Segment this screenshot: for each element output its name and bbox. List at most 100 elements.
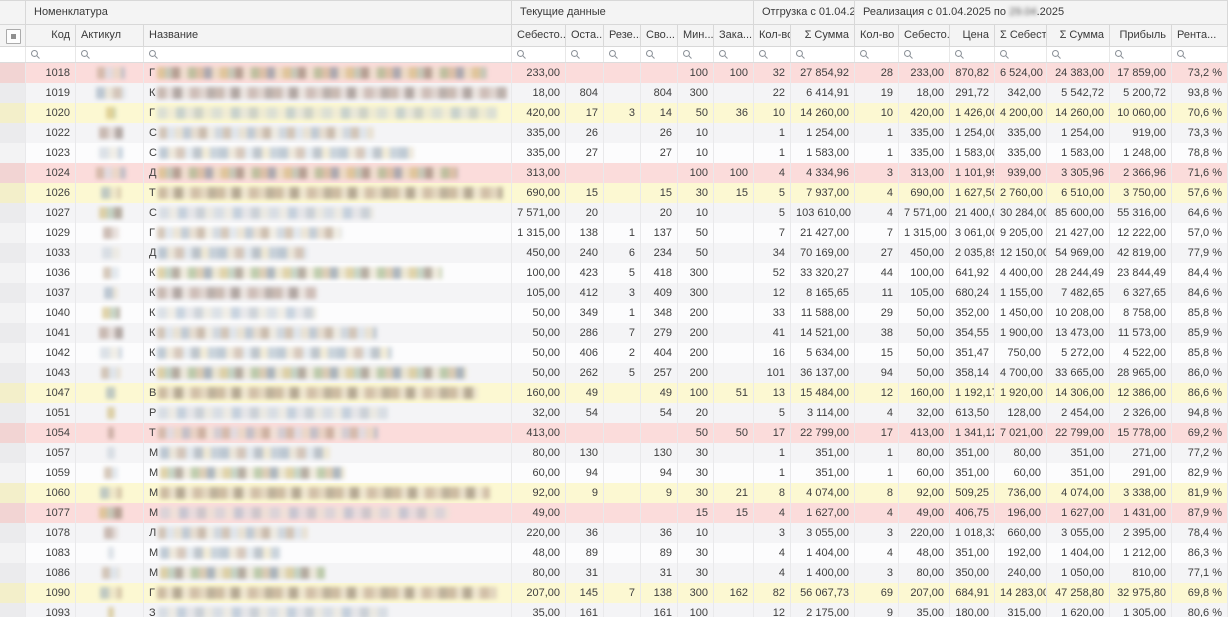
cell-order (714, 363, 754, 383)
col-header-ship_sum[interactable]: Σ Сумма (791, 25, 855, 46)
cell-ship_sum: 6 414,91 (791, 83, 855, 103)
table-row[interactable]: 1026Т690,001515301557 937,004690,001 627… (0, 183, 1228, 203)
col-header-profit[interactable]: Прибыль (1110, 25, 1172, 46)
col-header-article[interactable]: Актикул (76, 25, 144, 46)
col-header-order[interactable]: Зака... (714, 25, 754, 46)
table-row[interactable]: 1029Г1 315,00138113750721 427,0071 315,0… (0, 223, 1228, 243)
table-row[interactable]: 1090Г207,0014571383001628256 067,7369207… (0, 583, 1228, 603)
filter-reserve[interactable] (604, 47, 641, 62)
filter-sale_sum_cost[interactable] (995, 47, 1047, 62)
cell-name: К (144, 323, 512, 343)
cell-sale_cost: 335,00 (899, 123, 950, 143)
col-header-stock[interactable]: Оста... (566, 25, 604, 46)
search-icon (999, 49, 1010, 60)
filter-profit[interactable] (1110, 47, 1172, 62)
cell-free: 9 (641, 483, 678, 503)
table-row[interactable]: 1051Р32,0054542053 114,00432,00613,50128… (0, 403, 1228, 423)
filter-order[interactable] (714, 47, 754, 62)
col-header-margin[interactable]: Рента... (1172, 25, 1228, 46)
filter-sale_qty[interactable] (855, 47, 899, 62)
cell-profit: 10 060,00 (1110, 103, 1172, 123)
col-header-ship_qty[interactable]: Кол-во (754, 25, 791, 46)
col-header-price[interactable]: Цена (950, 25, 995, 46)
article-blurred-text (108, 547, 114, 559)
table-row[interactable]: 1047В160,004949100511315 484,0012160,001… (0, 383, 1228, 403)
filter-cost[interactable] (512, 47, 566, 62)
table-row[interactable]: 1043К50,00262525720010136 137,009450,003… (0, 363, 1228, 383)
col-header-name[interactable]: Название (144, 25, 512, 46)
filter-sale_cost[interactable] (899, 47, 950, 62)
cell-sale_sum_cost: 939,00 (995, 163, 1047, 183)
table-row[interactable]: 1041К50,0028672792004114 521,003850,0035… (0, 323, 1228, 343)
name-blurred-text (157, 267, 442, 279)
cell-article (76, 483, 144, 503)
filter-stock[interactable] (566, 47, 604, 62)
cell-free (641, 423, 678, 443)
filter-sale_sum[interactable] (1047, 47, 1110, 62)
table-row[interactable]: 1023С335,0027271011 583,001335,001 583,0… (0, 143, 1228, 163)
col-header-reserve[interactable]: Резе... (604, 25, 641, 46)
filter-ship_qty[interactable] (754, 47, 791, 62)
filter-free[interactable] (641, 47, 678, 62)
table-row[interactable]: 1093З35,00161161100122 175,00935,00180,0… (0, 603, 1228, 617)
col-header-sale_sum[interactable]: Σ Сумма (1047, 25, 1110, 46)
col-header-free[interactable]: Сво... (641, 25, 678, 46)
table-row[interactable]: 1078Л220,0036361033 055,003220,001 018,3… (0, 523, 1228, 543)
cell-profit: 1 305,00 (1110, 603, 1172, 617)
filter-min[interactable] (678, 47, 714, 62)
cell-sale_sum_cost: 240,00 (995, 563, 1047, 583)
table-row[interactable]: 1019К18,00804804300226 414,911918,00291,… (0, 83, 1228, 103)
search-icon (795, 49, 806, 60)
cell-ship_qty: 10 (754, 103, 791, 123)
name-initial: К (149, 363, 155, 383)
table-row[interactable]: 1077М49,00151541 627,00449,00406,75196,0… (0, 503, 1228, 523)
cell-ship_sum: 2 175,00 (791, 603, 855, 617)
table-row[interactable]: 1033Д450,002406234503470 169,0027450,002… (0, 243, 1228, 263)
table-row[interactable]: 1083М48,0089893041 404,00448,00351,00192… (0, 543, 1228, 563)
cell-cost: 335,00 (512, 143, 566, 163)
table-row[interactable]: 1022С335,0026261011 254,001335,001 254,0… (0, 123, 1228, 143)
col-header-min[interactable]: Мин... (678, 25, 714, 46)
article-blurred-text (104, 467, 118, 479)
table-row[interactable]: 1042К50,004062404200165 634,001550,00351… (0, 343, 1228, 363)
table-row[interactable]: 1086М80,0031313041 400,00380,00350,00240… (0, 563, 1228, 583)
cell-order (714, 403, 754, 423)
table-row[interactable]: 1036К100,0042354183005233 320,2744100,00… (0, 263, 1228, 283)
table-row[interactable]: 1060М92,0099302184 074,00892,00509,25736… (0, 483, 1228, 503)
col-header-sale_sum_cost[interactable]: Σ Себест... (995, 25, 1047, 46)
table-row[interactable]: 1024Д313,0010010044 334,963313,001 101,9… (0, 163, 1228, 183)
col-header-cost[interactable]: Себесто... (512, 25, 566, 46)
cell-free: 20 (641, 203, 678, 223)
table-row[interactable]: 1037К105,004123409300128 165,6511105,006… (0, 283, 1228, 303)
cell-margin: 82,9 % (1172, 463, 1228, 483)
table-row[interactable]: 1059М60,009494301351,00160,00351,0060,00… (0, 463, 1228, 483)
col-header-sale_qty[interactable]: Кол-во (855, 25, 899, 46)
row-selector (0, 543, 26, 563)
table-row[interactable]: 1018Г233,001001003227 854,9228233,00870,… (0, 63, 1228, 83)
cell-name: М (144, 503, 512, 523)
filter-price[interactable] (950, 47, 995, 62)
filter-article[interactable] (76, 47, 144, 62)
filter-name[interactable] (144, 47, 512, 62)
col-header-sale_cost[interactable]: Себесто... (899, 25, 950, 46)
cell-reserve (604, 463, 641, 483)
table-row[interactable]: 1054Т413,0050501722 799,0017413,001 341,… (0, 423, 1228, 443)
cell-stock (566, 63, 604, 83)
realization-label-suffix: .2025 (1037, 6, 1065, 18)
table-row[interactable]: 1040К50,0034913482003311 588,002950,0035… (0, 303, 1228, 323)
col-header-code[interactable]: Код (26, 25, 76, 46)
table-row[interactable]: 1027С7 571,002020105103 610,0047 571,002… (0, 203, 1228, 223)
table-row[interactable]: 1057М80,00130130301351,00180,00351,0080,… (0, 443, 1228, 463)
cell-ship_qty: 12 (754, 603, 791, 617)
cell-free (641, 63, 678, 83)
cell-stock: 262 (566, 363, 604, 383)
cell-sale_cost: 50,00 (899, 343, 950, 363)
filter-code[interactable] (26, 47, 76, 62)
filter-margin[interactable] (1172, 47, 1228, 62)
filter-ship_sum[interactable] (791, 47, 855, 62)
cell-reserve: 7 (604, 323, 641, 343)
select-all-button[interactable] (6, 29, 21, 44)
name-blurred-text (157, 67, 487, 79)
row-selector (0, 83, 26, 103)
table-row[interactable]: 1020Г420,001731450361014 260,0010420,001… (0, 103, 1228, 123)
